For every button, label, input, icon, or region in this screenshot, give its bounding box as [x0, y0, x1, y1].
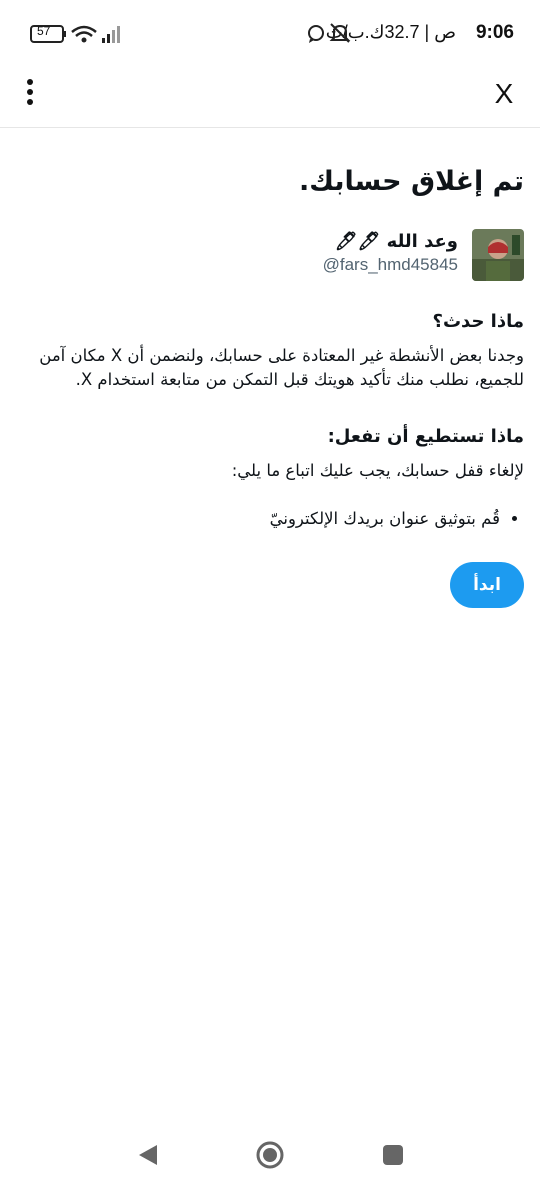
battery-level: 57	[37, 24, 51, 38]
home-icon[interactable]	[256, 1141, 284, 1169]
list-item: قُم بتوثيق عنوان بريدك الإلكترونيّ	[16, 509, 500, 528]
app-bar: X	[0, 64, 540, 128]
avatar	[472, 229, 524, 281]
main-content: تم إغلاق حسابك. وعد الله 🖊🖊 @fars_hmd458…	[0, 128, 540, 608]
what-happened-heading: ماذا حدث؟	[432, 311, 524, 332]
signal-icon	[102, 26, 120, 43]
chat-bubble-icon	[308, 25, 324, 43]
status-notification-icons	[308, 23, 351, 43]
page-title: تم إغلاق حسابك.	[298, 166, 524, 197]
what-can-do-heading: ماذا تستطيع أن تفعل:	[327, 426, 524, 447]
account-name: وعد الله 🖊🖊	[334, 231, 458, 252]
start-button[interactable]: ابدأ	[450, 562, 524, 608]
more-options-icon[interactable]	[14, 76, 46, 108]
account-card: وعد الله 🖊🖊 @fars_hmd45845	[16, 229, 524, 285]
status-bar: 9:06 ص | 32.7ك.ب/ث 57	[0, 0, 540, 64]
wifi-icon	[71, 25, 97, 43]
close-button[interactable]: X	[486, 76, 522, 112]
recent-apps-icon[interactable]	[382, 1144, 404, 1166]
what-happened-text: وجدنا بعض الأنشطة غير المعتادة على حسابك…	[39, 346, 524, 389]
account-handle: @fars_hmd45845	[322, 255, 458, 274]
what-can-do-intro: لإلغاء قفل حسابك، يجب عليك اتباع ما يلي:	[231, 461, 524, 480]
steps-list: قُم بتوثيق عنوان بريدك الإلكترونيّ	[16, 509, 524, 528]
status-time: 9:06	[475, 22, 514, 43]
back-icon[interactable]	[137, 1143, 159, 1167]
system-nav-bar	[0, 1129, 540, 1199]
bell-muted-icon	[329, 23, 351, 43]
